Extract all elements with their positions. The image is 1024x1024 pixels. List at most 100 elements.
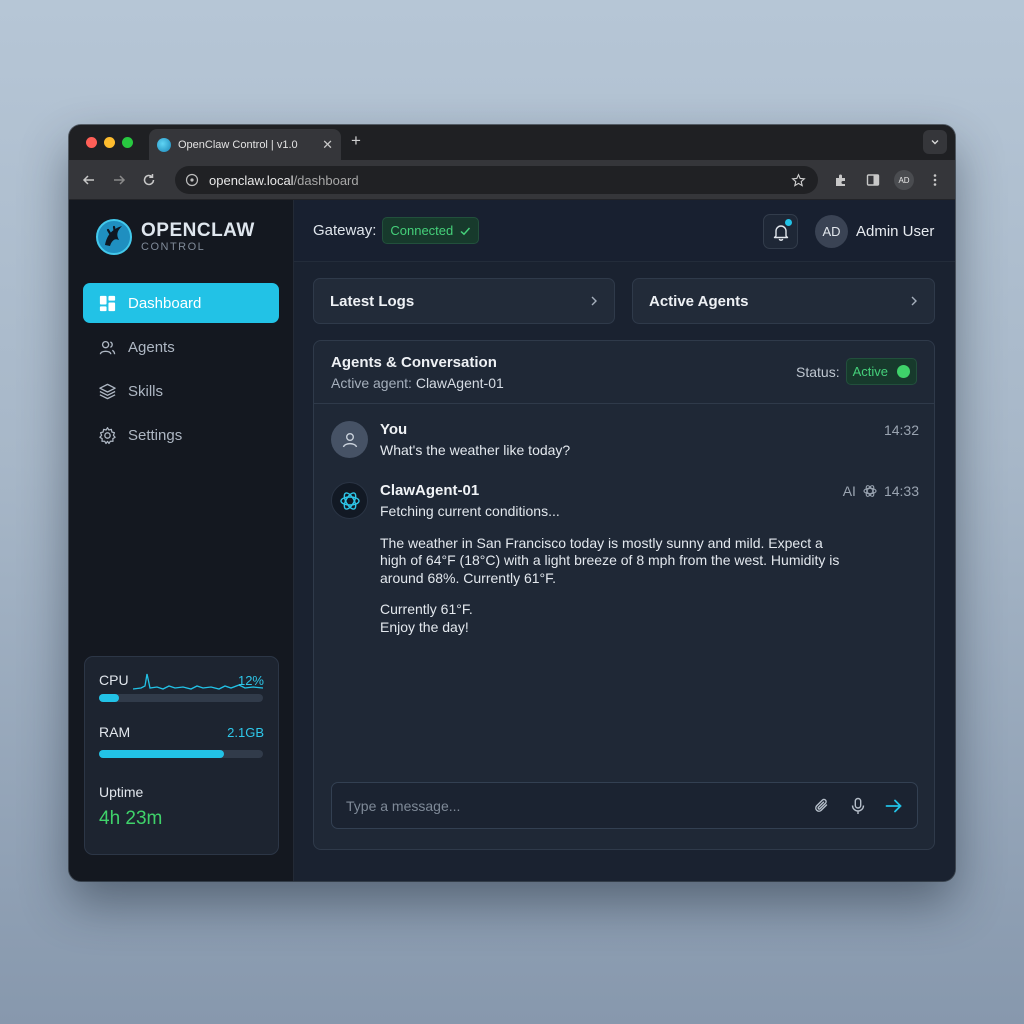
address-bar[interactable]: openclaw.local/dashboard xyxy=(175,166,818,194)
cpu-label: CPU xyxy=(99,672,129,688)
chevron-right-icon xyxy=(911,296,917,306)
active-agent-name: ClawAgent-01 xyxy=(415,375,504,391)
gateway-label: Gateway: xyxy=(313,222,377,239)
browser-tab[interactable]: OpenClaw Control | v1.0 ✕ xyxy=(149,129,341,160)
message-user: You 14:32 What's the weather like today? xyxy=(331,421,919,461)
dashboard-icon xyxy=(99,295,116,311)
uptime-label: Uptime xyxy=(99,784,144,800)
sidebar: OPENCLAW CONTROL Dashboard Agents Skills xyxy=(69,200,294,881)
active-agents-label: Active Agents xyxy=(649,292,749,310)
new-tab-icon[interactable]: + xyxy=(351,131,361,151)
forward-icon[interactable] xyxy=(111,172,127,188)
message-text: Fetching current conditions... The weath… xyxy=(380,503,850,636)
send-arrow-icon[interactable] xyxy=(884,796,904,816)
tab-title: OpenClaw Control | v1.0 xyxy=(178,138,298,151)
cpu-stat: CPU 12% xyxy=(99,672,264,692)
brand-subtitle: CONTROL xyxy=(141,240,206,253)
message-author: ClawAgent-01 xyxy=(380,482,480,499)
browser-window: OpenClaw Control | v1.0 ✕ + openclaw.loc… xyxy=(69,125,955,881)
message-paragraph: The weather in San Francisco today is mo… xyxy=(380,534,840,586)
ram-bar-fill xyxy=(99,750,224,758)
chevron-right-icon xyxy=(591,296,597,306)
brand: OPENCLAW CONTROL xyxy=(95,218,255,256)
sidebar-item-settings[interactable]: Settings xyxy=(83,415,279,455)
sidebar-item-label: Dashboard xyxy=(128,294,202,312)
reload-icon[interactable] xyxy=(141,172,157,188)
top-bar: Gateway: Connected AD Admin User xyxy=(294,200,955,262)
user-message-avatar xyxy=(331,421,368,458)
message-meta: AI 14:33 xyxy=(843,483,919,499)
message-time: 14:33 xyxy=(883,483,919,499)
notifications-button[interactable] xyxy=(763,214,798,249)
back-icon[interactable] xyxy=(81,172,97,188)
window-close-button[interactable] xyxy=(86,137,97,148)
message-agent: ClawAgent-01 AI 14:33 Fetching current c… xyxy=(331,482,919,682)
status-dot xyxy=(897,365,910,378)
latest-logs-card[interactable]: Latest Logs xyxy=(313,278,615,324)
message-text: What's the weather like today? xyxy=(380,442,571,458)
user-avatar[interactable]: AD xyxy=(815,215,848,248)
ram-value: 2.1GB xyxy=(227,725,264,740)
user-name[interactable]: Admin User xyxy=(856,223,934,240)
conversation-title: Agents & Conversation xyxy=(331,354,497,371)
cpu-bar-fill xyxy=(99,694,119,702)
browser-profile-avatar[interactable]: AD xyxy=(894,170,914,190)
message-author: You xyxy=(380,421,408,438)
more-vertical-icon[interactable] xyxy=(927,172,943,188)
sidebar-item-label: Settings xyxy=(128,426,183,444)
gateway-status: Gateway: Connected xyxy=(313,217,480,244)
app-root: OPENCLAW CONTROL Dashboard Agents Skills xyxy=(69,200,955,881)
agent-status: Status: Active xyxy=(796,358,917,385)
layers-icon xyxy=(99,383,116,399)
users-icon xyxy=(99,340,116,354)
brand-name: OPENCLAW xyxy=(141,219,255,241)
chevron-down-icon xyxy=(931,140,939,145)
message-input[interactable] xyxy=(346,795,786,817)
browser-toolbar: openclaw.local/dashboard AD xyxy=(69,160,955,200)
uptime-value: 4h 23m xyxy=(99,808,163,829)
latest-logs-label: Latest Logs xyxy=(330,292,415,310)
system-stats-panel: CPU 12% RAM 2.1GB Uptime 4h 23m xyxy=(84,656,279,855)
ram-stat: RAM 2.1GB xyxy=(99,724,264,744)
sidebar-item-label: Skills xyxy=(128,382,164,400)
microphone-icon[interactable] xyxy=(848,796,868,816)
message-composer xyxy=(331,782,918,829)
conversation-panel: Agents & Conversation Active agent: Claw… xyxy=(313,340,935,850)
gear-icon xyxy=(99,426,116,444)
window-maximize-button[interactable] xyxy=(122,137,133,148)
active-agent-line: Active agent: ClawAgent-01 xyxy=(331,375,504,391)
openclaw-logo-icon xyxy=(96,219,132,255)
active-agents-card[interactable]: Active Agents xyxy=(632,278,935,324)
message-time: 14:32 xyxy=(883,422,919,438)
cpu-bar xyxy=(99,694,263,702)
sidebar-item-skills[interactable]: Skills xyxy=(83,371,279,411)
window-minimize-button[interactable] xyxy=(104,137,115,148)
bookmark-star-icon[interactable] xyxy=(791,173,806,188)
ram-bar xyxy=(99,750,263,758)
conversation-header: Agents & Conversation Active agent: Claw… xyxy=(314,341,934,404)
sidebar-item-label: Agents xyxy=(128,338,175,356)
side-panel-icon[interactable] xyxy=(865,172,881,188)
agent-message-avatar xyxy=(331,482,368,519)
tab-close-icon[interactable]: ✕ xyxy=(322,137,333,153)
tab-search-button[interactable] xyxy=(923,130,947,154)
agent-logo-icon xyxy=(339,491,360,510)
sidebar-item-agents[interactable]: Agents xyxy=(83,327,279,367)
ai-sparkle-icon xyxy=(863,485,877,497)
gateway-connected-badge: Connected xyxy=(382,217,480,244)
ai-tag: AI xyxy=(842,483,856,499)
status-active-badge[interactable]: Active xyxy=(845,358,917,385)
sidebar-item-dashboard[interactable]: Dashboard xyxy=(83,283,279,323)
favicon-icon xyxy=(157,137,171,152)
user-icon xyxy=(342,432,357,447)
check-icon xyxy=(460,227,471,235)
ram-label: RAM xyxy=(99,724,131,740)
paperclip-icon[interactable] xyxy=(812,796,832,816)
status-label: Status: xyxy=(796,363,840,380)
site-info-icon[interactable] xyxy=(185,173,199,187)
message-paragraph: Fetching current conditions... xyxy=(380,503,560,519)
url-text: openclaw.local/dashboard xyxy=(209,172,359,188)
sidebar-nav: Dashboard Agents Skills Settings xyxy=(83,283,279,459)
cpu-value: 12% xyxy=(237,673,264,688)
extensions-icon[interactable] xyxy=(833,172,849,188)
